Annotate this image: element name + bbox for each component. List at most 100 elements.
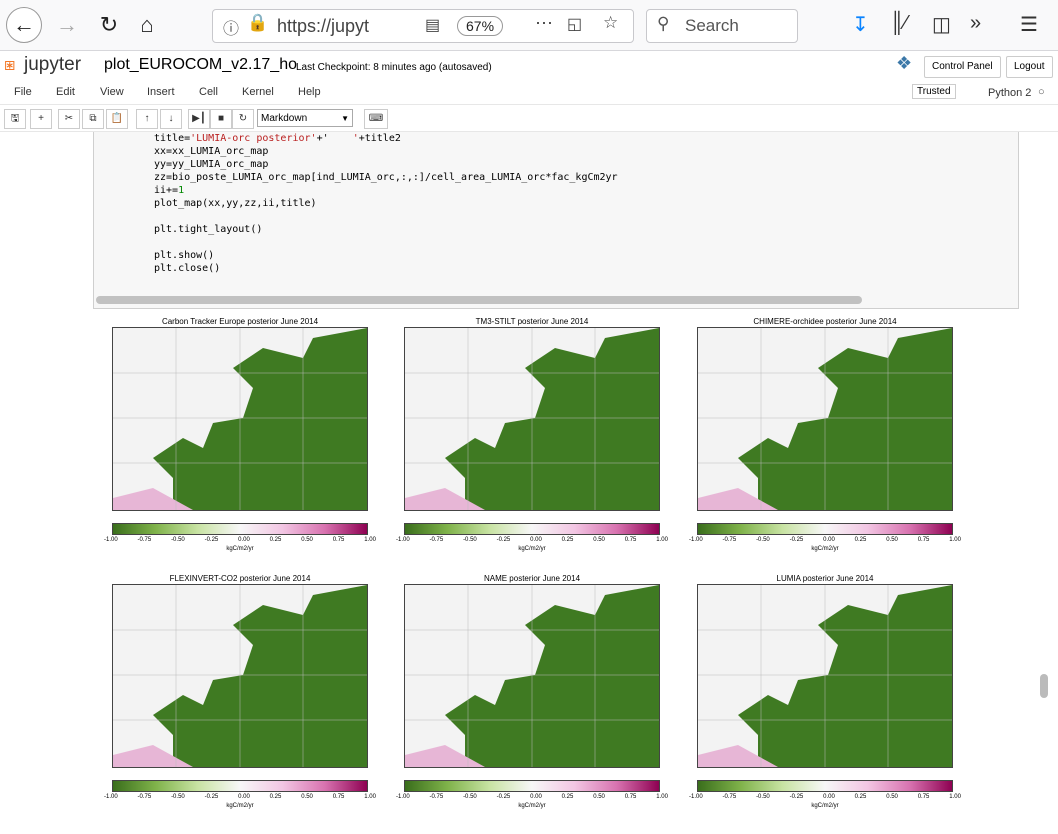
colorbar-tick: -0.75 <box>137 794 152 800</box>
python-logo-icon: ❖ <box>896 53 913 73</box>
colorbar-tick: 0.50 <box>593 794 605 800</box>
colorbar-tick: 1.00 <box>656 537 668 543</box>
colorbar-tick: 1.00 <box>949 537 961 543</box>
colorbar-tick: 1.00 <box>949 794 961 800</box>
colorbar-tick: -0.75 <box>722 794 737 800</box>
map-title: TM3-STILT posterior June 2014 <box>475 317 589 326</box>
menu-view[interactable]: View <box>100 86 124 98</box>
cell-type-value: Markdown <box>261 113 308 124</box>
library-icon[interactable]: ║⁄ <box>890 12 908 35</box>
map-plot <box>405 585 659 767</box>
copy-icon: ⧉ <box>89 113 97 124</box>
pocket-icon[interactable]: ◱ <box>567 14 582 34</box>
colorbar-tick: 0.75 <box>917 537 930 543</box>
plus-icon: + <box>38 113 44 124</box>
move-up-button[interactable]: ↑ <box>136 109 158 129</box>
arrow-left-icon: ← <box>13 12 35 37</box>
code-text: title= <box>154 133 191 144</box>
download-icon[interactable]: ↧ <box>852 12 869 37</box>
colorbar-tick: -0.50 <box>171 794 185 800</box>
bookmark-star-icon[interactable]: ☆ <box>603 13 618 33</box>
notebook-name[interactable]: plot_EUROCOM_v2.17_ho <box>104 56 297 74</box>
colorbar-tick: -0.50 <box>463 537 477 543</box>
paste-button[interactable]: 📋 <box>106 109 128 129</box>
home-button[interactable]: ⌂ <box>130 8 164 42</box>
sidebar-icon[interactable]: ◫ <box>932 12 951 37</box>
menu-file[interactable]: File <box>14 86 32 98</box>
control-panel-button[interactable]: Control Panel <box>924 56 1001 78</box>
colorbar-ticks: -1.00 -0.75 -0.50 -0.25 0.00 0.25 0.50 0.75 1.00 <box>689 537 961 543</box>
colorbar-tick: 0.00 <box>530 537 542 543</box>
jupyter-logo-text[interactable]: jupyter <box>24 54 81 76</box>
jupyter-logo-icon[interactable]: ⧆ <box>4 54 15 75</box>
trusted-badge[interactable]: Trusted <box>912 84 956 99</box>
search-input[interactable]: Search <box>685 16 739 36</box>
hamburger-menu-icon[interactable]: ☰ <box>1020 12 1038 37</box>
colorbar-ticks: -1.00 -0.75 -0.50 -0.25 0.00 0.25 0.50 0.75 1.00 <box>104 794 376 800</box>
command-palette-button[interactable]: ⌨ <box>364 109 388 129</box>
map-panel: Carbon Tracker Europe posterior June 201… <box>104 317 376 577</box>
page-scrollbar[interactable] <box>1040 674 1048 698</box>
run-button[interactable]: ▶┃ <box>188 109 210 129</box>
kernel-indicator: Python 2 <box>988 87 1032 99</box>
colorbar-tick: 0.25 <box>854 794 867 800</box>
more-actions-icon[interactable]: ⋯ <box>535 13 553 34</box>
insert-cell-button[interactable]: + <box>30 109 52 129</box>
step-forward-icon: ▶┃ <box>192 113 206 124</box>
colorbar-tick: -0.50 <box>463 794 477 800</box>
url-bar[interactable]: ⓘ 🔒 https://jupyt ▤ 67% ⋯ ◱ ☆ <box>212 9 634 43</box>
colorbar-tick: -0.25 <box>789 794 804 800</box>
lock-icon: 🔒 <box>247 13 269 32</box>
cell-type-select[interactable]: Markdown ▼ <box>257 109 353 127</box>
horizontal-scrollbar[interactable] <box>96 296 862 304</box>
colorbar-unit: kgC/m2/yr <box>518 546 546 552</box>
reader-view-icon[interactable]: ▤ <box>425 15 440 35</box>
cut-button[interactable]: ✂ <box>58 109 80 129</box>
colorbar-unit: kgC/m2/yr <box>226 546 254 552</box>
search-bar[interactable]: ⚲ Search <box>646 9 798 43</box>
flux-map-image <box>112 584 368 768</box>
info-icon[interactable]: ⓘ <box>223 15 239 39</box>
colorbar <box>112 523 368 535</box>
arrow-right-icon: → <box>56 12 78 37</box>
colorbar-tick: 0.75 <box>624 794 637 800</box>
menu-kernel[interactable]: Kernel <box>242 86 274 98</box>
colorbar-tick: 0.25 <box>269 537 282 543</box>
colorbar-tick: -0.25 <box>204 537 219 543</box>
overflow-chevron-icon[interactable]: » <box>970 12 981 35</box>
arrow-up-icon: ↑ <box>144 113 150 124</box>
map-title: NAME posterior June 2014 <box>483 574 581 583</box>
move-down-button[interactable]: ↓ <box>160 109 182 129</box>
colorbar-tick: 0.50 <box>886 794 898 800</box>
menu-cell[interactable]: Cell <box>199 86 218 98</box>
code-editor[interactable]: title='LUMIA-orc posterior'+' '+title2 x… <box>154 132 618 275</box>
code-string: 'LUMIA-orc posterior' <box>190 133 317 144</box>
code-cell[interactable]: title='LUMIA-orc posterior'+' '+title2 x… <box>93 132 1019 309</box>
colorbar-tick: 0.75 <box>624 537 637 543</box>
menu-help[interactable]: Help <box>298 86 321 98</box>
colorbar-tick: 0.25 <box>269 794 282 800</box>
colorbar-ticks: -1.00 -0.75 -0.50 -0.25 0.00 0.25 0.50 0.75 1.00 <box>689 794 961 800</box>
back-button[interactable]: ← <box>6 7 42 43</box>
menu-insert[interactable]: Insert <box>147 86 175 98</box>
scissors-icon: ✂ <box>64 113 74 124</box>
restart-button[interactable]: ↻ <box>232 109 254 129</box>
interrupt-button[interactable]: ■ <box>210 109 232 129</box>
copy-button[interactable]: ⧉ <box>82 109 104 129</box>
code-line: zz=bio_poste_LUMIA_orc_map[ind_LUMIA_orc… <box>154 172 618 183</box>
colorbar-tick: -1.00 <box>689 794 703 800</box>
url-text[interactable]: https://jupyt <box>277 16 369 37</box>
zoom-level-badge[interactable]: 67% <box>457 16 504 36</box>
forward-button[interactable]: → <box>50 8 84 42</box>
menu-edit[interactable]: Edit <box>56 86 75 98</box>
colorbar-tick: -1.00 <box>396 794 410 800</box>
colorbar-unit: kgC/m2/yr <box>811 803 839 809</box>
code-string: ' <box>328 133 359 144</box>
reload-button[interactable]: ↻ <box>92 8 126 42</box>
map-panel: LUMIA posterior June 2014 -1.00 -0.75 -0.50… <box>689 574 961 834</box>
colorbar-tick: 1.00 <box>364 537 376 543</box>
map-panel: CHIMERE-orchidee posterior June 2014 -1.0… <box>689 317 961 577</box>
save-button[interactable]: 🖫 <box>4 109 26 129</box>
logout-button[interactable]: Logout <box>1006 56 1053 78</box>
code-text: +' <box>316 133 329 144</box>
